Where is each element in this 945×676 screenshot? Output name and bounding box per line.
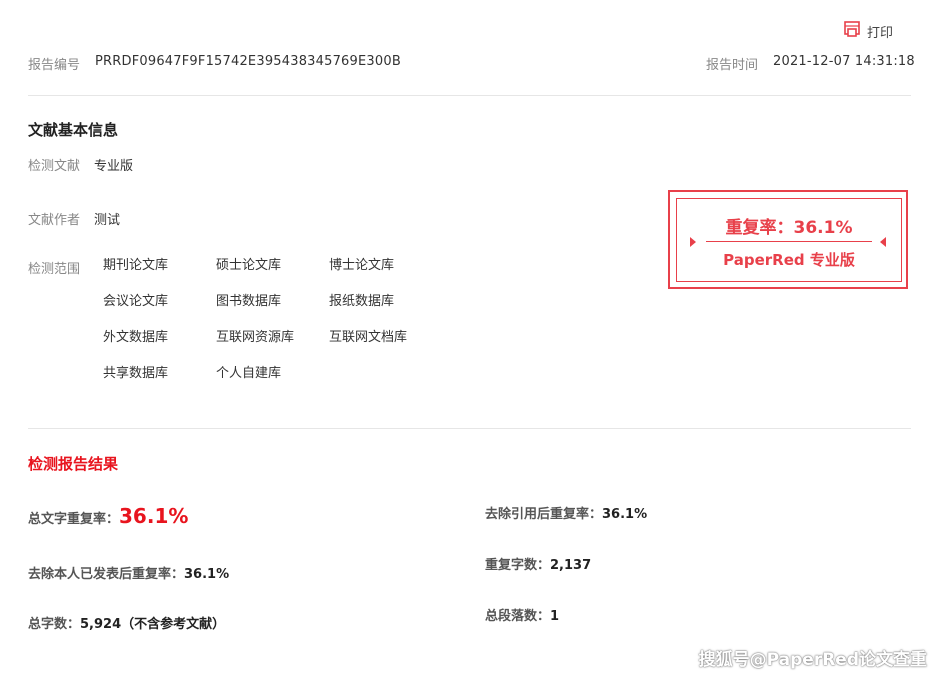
stamp-divider xyxy=(706,241,872,242)
print-label: 打印 xyxy=(867,25,894,41)
library-item: 硕士论文库 xyxy=(216,258,282,273)
library-item: 博士论文库 xyxy=(329,258,395,273)
library-item: 会议论文库 xyxy=(103,294,169,309)
library-item: 期刊论文库 xyxy=(103,258,169,273)
paragraphs-value: 1 xyxy=(550,609,560,624)
library-item: 共享数据库 xyxy=(103,366,169,381)
divider xyxy=(28,95,911,96)
library-item: 报纸数据库 xyxy=(329,294,395,309)
excl-cite-label: 去除引用后重复率： xyxy=(485,507,603,522)
watermark: 搜狐号@PaperRed论文查重 xyxy=(698,650,927,670)
paragraphs: 总段落数：1 xyxy=(485,605,559,624)
report-id-value: PRRDF09647F9F15742E395438345769E300B xyxy=(95,54,401,69)
total-chars-label: 总字数： xyxy=(28,617,81,632)
dup-chars-label: 重复字数： xyxy=(485,558,551,573)
print-button[interactable]: 打印 xyxy=(843,20,893,42)
excl-cite-value: 36.1% xyxy=(602,507,648,522)
dup-chars-value: 2,137 xyxy=(550,558,592,573)
report-time-value: 2021-12-07 14:31:18 xyxy=(773,54,915,69)
author-label: 文献作者 xyxy=(28,213,81,228)
library-item: 个人自建库 xyxy=(216,366,282,381)
total-rate: 总文字重复率：36.1% xyxy=(28,504,188,528)
total-chars: 总字数：5,924（不含参考文献） xyxy=(28,613,225,632)
basic-info-title: 文献基本信息 xyxy=(28,121,119,139)
total-rate-label: 总文字重复率： xyxy=(28,512,120,527)
excl-cite-rate: 去除引用后重复率：36.1% xyxy=(485,503,647,522)
library-item: 互联网资源库 xyxy=(216,330,295,345)
stamp-rate: 重复率：36.1% xyxy=(725,218,853,238)
stamp-left-arrow-icon xyxy=(690,237,696,247)
paragraphs-label: 总段落数： xyxy=(485,609,551,624)
total-rate-value: 36.1% xyxy=(119,504,189,528)
excl-self-value: 36.1% xyxy=(184,567,230,582)
total-chars-value: 5,924（不含参考文献） xyxy=(80,617,226,632)
dup-chars: 重复字数：2,137 xyxy=(485,554,591,573)
doc-value: 专业版 xyxy=(94,159,134,174)
library-item: 互联网文档库 xyxy=(329,330,408,345)
printer-icon xyxy=(843,20,861,42)
report-time-label: 报告时间 xyxy=(706,58,759,73)
scope-label: 检测范围 xyxy=(28,262,81,277)
author-value: 测试 xyxy=(94,213,121,228)
divider xyxy=(28,428,911,429)
excl-self-rate: 去除本人已发表后重复率：36.1% xyxy=(28,563,229,582)
library-item: 图书数据库 xyxy=(216,294,282,309)
stamp-edition: PaperRed 专业版 xyxy=(723,251,855,269)
report-id-label: 报告编号 xyxy=(28,58,81,73)
results-title: 检测报告结果 xyxy=(28,455,119,473)
excl-self-label: 去除本人已发表后重复率： xyxy=(28,567,185,582)
library-item: 外文数据库 xyxy=(103,330,169,345)
doc-label: 检测文献 xyxy=(28,159,81,174)
stamp-right-arrow-icon xyxy=(880,237,886,247)
